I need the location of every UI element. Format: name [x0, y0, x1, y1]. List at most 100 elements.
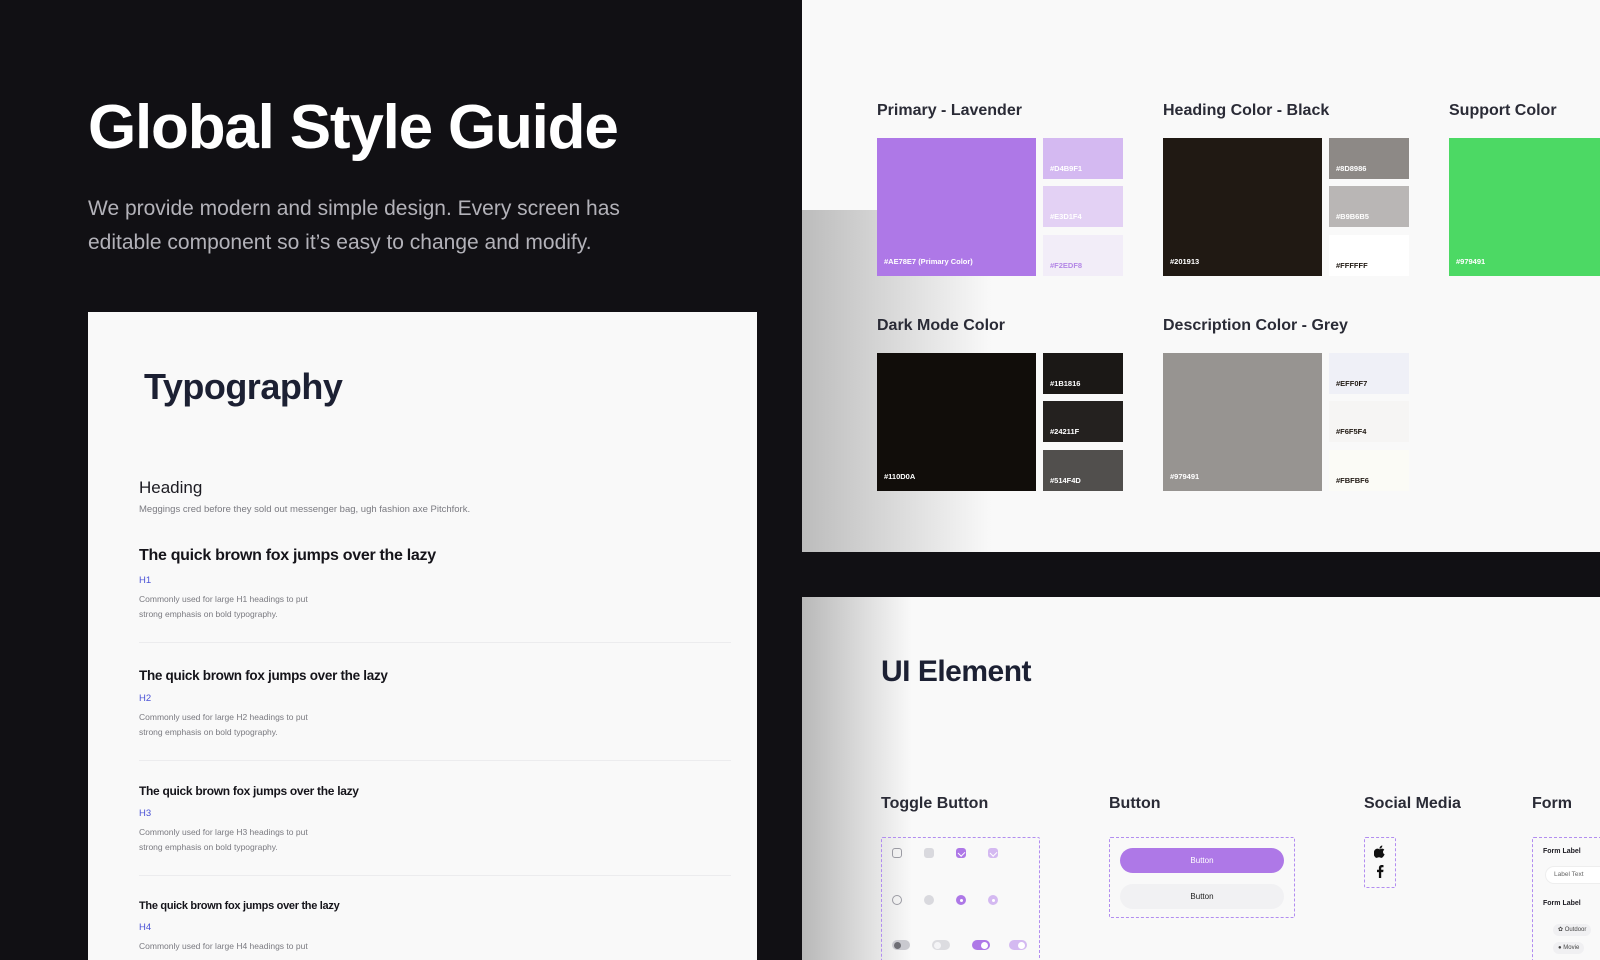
swatch-hex: #AE78E7 (Primary Color) [884, 257, 973, 266]
color-group-heading: Heading Color - Black #201913 #8D8986 #B… [1163, 102, 1413, 282]
toggle-section-title: Toggle Button [881, 795, 989, 812]
swatch-hex: #201913 [1170, 257, 1200, 266]
primary-swatch: #979491 [1449, 138, 1600, 276]
divider [139, 875, 731, 876]
chip-label: Movie [1563, 945, 1580, 951]
toggle-switch[interactable] [892, 940, 910, 950]
form-showcase: Form Label Label Text Form Label ✿ Outdo… [1532, 837, 1600, 960]
swatch-hex: #514F4D [1050, 476, 1081, 485]
tint-swatch: #8D8986 [1329, 138, 1409, 179]
swatch-hex: #FBFBF6 [1336, 476, 1369, 485]
color-group-title: Description Color - Grey [1163, 317, 1348, 334]
color-group-title: Support Color [1449, 102, 1557, 119]
tint-swatch: #E3D1F4 [1043, 186, 1123, 227]
toggle-showcase [881, 837, 1040, 960]
type-description: Commonly used for large H4 headings to p… [139, 941, 308, 951]
form-label: Form Label [1543, 900, 1581, 907]
text-input[interactable]: Label Text [1545, 866, 1600, 884]
page-title: Global Style Guide [88, 93, 619, 162]
tint-swatch: #FBFBF6 [1329, 450, 1409, 491]
radio-button[interactable] [988, 895, 998, 905]
type-sample-text: The quick brown fox jumps over the lazy [139, 784, 359, 798]
color-palette-panel: Primary - Lavender #AE78E7 (Primary Colo… [802, 0, 1600, 552]
ui-element-panel: UI Element Toggle Button Button Button B… [802, 597, 1600, 960]
tint-swatch: #F2EDF8 [1043, 235, 1123, 276]
chip-movie[interactable]: ● Movie [1553, 942, 1585, 954]
chip-outdoor[interactable]: ✿ Outdoor [1553, 924, 1592, 936]
checkbox[interactable] [892, 848, 902, 858]
checkbox[interactable] [924, 848, 934, 858]
button-showcase: Button Button [1109, 837, 1295, 918]
typography-title: Typography [144, 366, 343, 407]
toggle-switch[interactable] [932, 940, 950, 950]
divider [139, 642, 731, 643]
swatch-hex: #D4B9F1 [1050, 164, 1083, 173]
swatch-hex: #24211F [1050, 427, 1080, 436]
divider [139, 760, 731, 761]
type-description: Commonly used for large H3 headings to p… [139, 827, 308, 837]
type-description: strong emphasis on bold typography. [139, 609, 278, 619]
social-section-title: Social Media [1364, 795, 1461, 812]
apple-icon[interactable] [1365, 845, 1395, 861]
tint-swatch: #FFFFFF [1329, 235, 1409, 276]
type-description: strong emphasis on bold typography. [139, 727, 278, 737]
swatch-hex: #B9B6B5 [1336, 212, 1369, 221]
form-label: Form Label [1543, 848, 1581, 855]
toggle-switch[interactable] [972, 940, 990, 950]
secondary-button[interactable]: Button [1120, 884, 1284, 909]
typography-heading: Heading [139, 478, 203, 497]
swatch-hex: #979491 [1170, 472, 1200, 481]
type-description: Commonly used for large H1 headings to p… [139, 594, 308, 604]
color-group-title: Dark Mode Color [877, 317, 1006, 334]
radio-button[interactable] [924, 895, 934, 905]
type-sample-h4: The quick brown fox jumps over the lazy … [139, 900, 731, 954]
tint-swatch: #1B1816 [1043, 353, 1123, 394]
button-section-title: Button [1109, 795, 1161, 812]
type-sample-h2: The quick brown fox jumps over the lazy … [139, 668, 731, 761]
type-sample-text: The quick brown fox jumps over the lazy [139, 547, 436, 564]
type-level-label: H2 [139, 693, 152, 704]
swatch-hex: #1B1816 [1050, 379, 1081, 388]
swatch-hex: #E3D1F4 [1050, 212, 1082, 221]
tint-swatch: #B9B6B5 [1329, 186, 1409, 227]
type-description: strong emphasis on bold typography. [139, 842, 278, 852]
radio-button[interactable] [956, 895, 966, 905]
typography-card: Typography Heading Meggings cred before … [88, 312, 757, 960]
radio-button[interactable] [892, 895, 902, 905]
color-group-primary: Primary - Lavender #AE78E7 (Primary Colo… [877, 102, 1127, 282]
primary-swatch: #979491 [1163, 353, 1322, 491]
ui-element-title: UI Element [881, 655, 1032, 688]
type-sample-text: The quick brown fox jumps over the lazy [139, 900, 340, 912]
toggle-switch[interactable] [1009, 940, 1027, 950]
color-group-support: Support Color #979491 [1449, 102, 1600, 282]
swatch-hex: #110D0A [884, 472, 916, 481]
primary-button[interactable]: Button [1120, 848, 1284, 873]
social-showcase [1364, 837, 1396, 888]
checkbox[interactable] [988, 848, 998, 858]
type-sample-h3: The quick brown fox jumps over the lazy … [139, 784, 731, 876]
color-group-title: Heading Color - Black [1163, 102, 1330, 119]
color-group-title: Primary - Lavender [877, 102, 1022, 119]
color-group-dark-mode: Dark Mode Color #110D0A #1B1816 #24211F … [877, 317, 1127, 497]
color-group-description: Description Color - Grey #979491 #EFF0F7… [1163, 317, 1413, 497]
swatch-hex: #F6F5F4 [1336, 427, 1367, 436]
chip-label: Outdoor [1564, 927, 1587, 933]
tint-swatch: #EFF0F7 [1329, 353, 1409, 394]
primary-swatch: #201913 [1163, 138, 1322, 276]
swatch-hex: #8D8986 [1336, 164, 1367, 173]
swatch-hex: #F2EDF8 [1050, 261, 1083, 270]
tint-swatch: #F6F5F4 [1329, 401, 1409, 442]
form-section-title: Form [1532, 795, 1572, 812]
tint-swatch: #24211F [1043, 401, 1123, 442]
type-level-label: H3 [139, 808, 152, 819]
type-sample-text: The quick brown fox jumps over the lazy [139, 668, 388, 683]
swatch-hex: #EFF0F7 [1336, 379, 1368, 388]
facebook-icon[interactable] [1365, 865, 1395, 881]
swatch-hex: #FFFFFF [1336, 261, 1368, 270]
primary-swatch: #AE78E7 (Primary Color) [877, 138, 1036, 276]
primary-swatch: #110D0A [877, 353, 1036, 491]
checkbox[interactable] [956, 848, 966, 858]
type-description: Commonly used for large H2 headings to p… [139, 712, 308, 722]
page-description: We provide modern and simple design. Eve… [88, 197, 620, 254]
typography-heading-description: Meggings cred before they sold out messe… [139, 504, 471, 515]
